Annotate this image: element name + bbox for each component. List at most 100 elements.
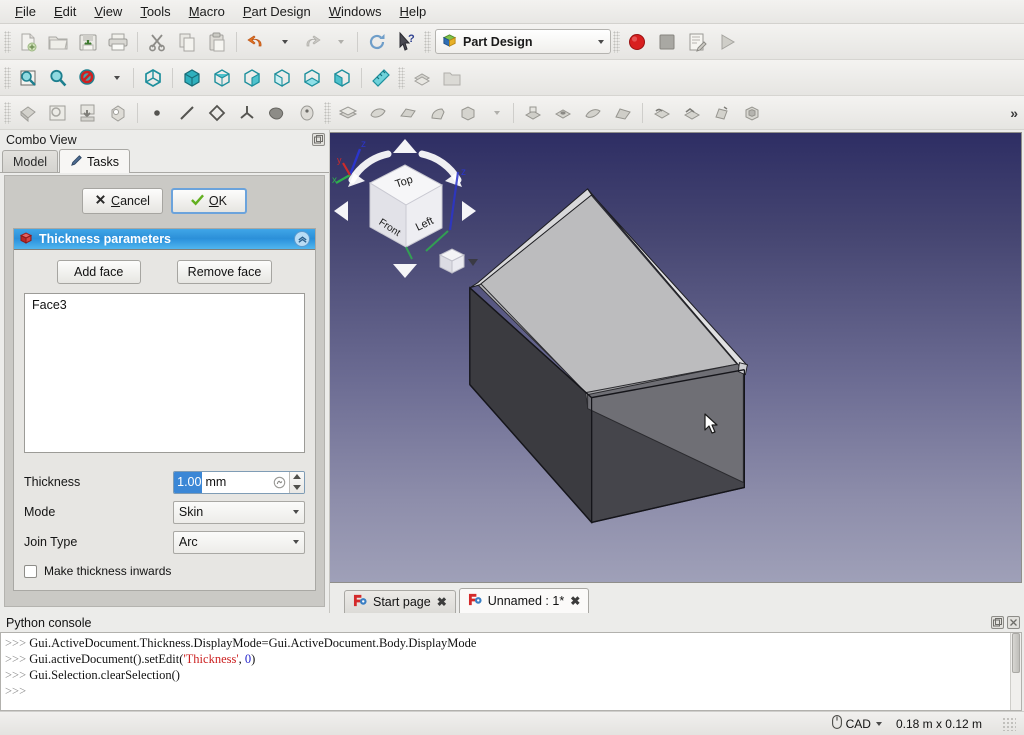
- additive-primitive-dropdown-icon[interactable]: [483, 99, 509, 127]
- macro-edit-icon[interactable]: [682, 27, 712, 57]
- toolbar-grip-2[interactable]: [424, 30, 431, 53]
- toolbar-grip-6[interactable]: [4, 101, 11, 124]
- new-document-icon[interactable]: [13, 27, 43, 57]
- undo-dropdown-icon[interactable]: [271, 28, 297, 56]
- additive-loft-icon[interactable]: [393, 98, 423, 128]
- front-view-icon[interactable]: [177, 63, 207, 93]
- axonometric-view-icon[interactable]: [138, 63, 168, 93]
- tab-model[interactable]: Model: [2, 150, 59, 172]
- paste-icon[interactable]: [202, 27, 232, 57]
- fit-all-icon[interactable]: [13, 63, 43, 93]
- close-icon[interactable]: ✖: [570, 594, 580, 608]
- create-line-icon[interactable]: [172, 98, 202, 128]
- top-view-icon[interactable]: [207, 63, 237, 93]
- map-sketch-icon[interactable]: [103, 98, 133, 128]
- attach-sketch-icon[interactable]: [73, 98, 103, 128]
- menu-item-macro[interactable]: Macro: [180, 1, 234, 22]
- chevron-down-icon[interactable]: [875, 721, 882, 726]
- create-body-icon[interactable]: [13, 98, 43, 128]
- toolbar-grip-5[interactable]: [398, 66, 405, 89]
- navigation-style-selector[interactable]: CAD: [831, 715, 882, 732]
- toolbar-grip[interactable]: [4, 30, 11, 53]
- print-icon[interactable]: [103, 27, 133, 57]
- redo-arrow-icon[interactable]: [297, 27, 327, 57]
- macro-execute-icon[interactable]: [712, 27, 742, 57]
- clone-icon[interactable]: [292, 98, 322, 128]
- workbench-selector[interactable]: Part Design: [435, 29, 611, 54]
- draft-icon[interactable]: [707, 98, 737, 128]
- console-scrollbar[interactable]: [1010, 633, 1021, 710]
- copy-icon[interactable]: [172, 27, 202, 57]
- tab-tasks[interactable]: Tasks: [59, 149, 130, 173]
- menu-item-view[interactable]: View: [85, 1, 131, 22]
- join-type-select[interactable]: Arc: [172, 530, 305, 554]
- menu-item-help[interactable]: Help: [391, 1, 436, 22]
- save-icon[interactable]: [73, 27, 103, 57]
- whats-this-cursor-icon[interactable]: ?: [392, 27, 422, 57]
- add-face-button[interactable]: Add face: [56, 260, 141, 284]
- subtractive-loft-icon[interactable]: [608, 98, 638, 128]
- face-list[interactable]: Face3: [24, 293, 305, 453]
- stepper-down-icon[interactable]: [290, 482, 304, 493]
- rear-view-icon[interactable]: [267, 63, 297, 93]
- make-thickness-inwards-checkbox[interactable]: [24, 564, 37, 578]
- open-folder-icon[interactable]: [43, 27, 73, 57]
- float-window-icon[interactable]: [312, 133, 325, 146]
- fillet-icon[interactable]: [647, 98, 677, 128]
- tab-start-page[interactable]: Start page ✖: [344, 590, 456, 613]
- create-local-cs-icon[interactable]: [232, 98, 262, 128]
- macro-stop-icon[interactable]: [652, 27, 682, 57]
- additive-primitive-icon[interactable]: [453, 98, 483, 128]
- chevron-up-icon[interactable]: [294, 231, 310, 247]
- revolution-icon[interactable]: [363, 98, 393, 128]
- chamfer-icon[interactable]: [677, 98, 707, 128]
- chevron-down-icon[interactable]: [292, 510, 299, 514]
- right-view-icon[interactable]: [237, 63, 267, 93]
- draw-style-icon[interactable]: [73, 63, 103, 93]
- thickness-input[interactable]: 1.00 mm: [173, 470, 305, 494]
- cancel-button[interactable]: Cancel: [82, 188, 163, 214]
- toolbar-grip-4[interactable]: [4, 66, 11, 89]
- menu-item-tools[interactable]: Tools: [131, 1, 179, 22]
- close-icon[interactable]: [1007, 616, 1020, 629]
- groove-icon[interactable]: [578, 98, 608, 128]
- menu-item-edit[interactable]: Edit: [45, 1, 85, 22]
- tab-unnamed-1[interactable]: Unnamed : 1* ✖: [458, 588, 590, 613]
- python-console-output[interactable]: >>> Gui.ActiveDocument.Thickness.Display…: [0, 632, 1022, 711]
- draw-style-dropdown-icon[interactable]: [103, 64, 129, 92]
- thickness-value[interactable]: 1.00: [174, 471, 203, 493]
- mode-select[interactable]: Skin: [172, 500, 305, 524]
- create-plane-icon[interactable]: [202, 98, 232, 128]
- menu-item-windows[interactable]: Windows: [320, 1, 391, 22]
- pad-icon[interactable]: [333, 98, 363, 128]
- window-resize-grip[interactable]: [1002, 716, 1016, 731]
- menu-item-file[interactable]: File: [6, 1, 45, 22]
- thickness-parameters-header[interactable]: Thickness parameters: [14, 229, 315, 250]
- list-item[interactable]: Face3: [30, 297, 299, 313]
- expression-editor-icon[interactable]: [271, 472, 287, 493]
- bottom-view-icon[interactable]: [297, 63, 327, 93]
- cut-scissors-icon[interactable]: [142, 27, 172, 57]
- remove-face-button[interactable]: Remove face: [176, 260, 273, 284]
- make-thickness-inwards-row[interactable]: Make thickness inwards: [24, 564, 305, 578]
- scrollbar-thumb[interactable]: [1012, 633, 1020, 673]
- redo-dropdown-icon[interactable]: [327, 28, 353, 56]
- toolbar-overflow-button[interactable]: »: [1006, 105, 1022, 121]
- folder-icon[interactable]: [437, 63, 467, 93]
- toolbar-grip-3[interactable]: [613, 30, 620, 53]
- workbench-stack-icon[interactable]: [407, 63, 437, 93]
- toolbar-grip-7[interactable]: [324, 101, 331, 124]
- close-icon[interactable]: ✖: [437, 595, 447, 609]
- thickness-icon[interactable]: [737, 98, 767, 128]
- pocket-icon[interactable]: [518, 98, 548, 128]
- refresh-icon[interactable]: [362, 27, 392, 57]
- create-sketch-icon[interactable]: [43, 98, 73, 128]
- create-point-icon[interactable]: [142, 98, 172, 128]
- macro-record-icon[interactable]: [622, 27, 652, 57]
- chevron-down-icon[interactable]: [597, 39, 604, 44]
- left-view-icon[interactable]: [327, 63, 357, 93]
- stepper-up-icon[interactable]: [290, 472, 304, 483]
- measure-icon[interactable]: [366, 63, 396, 93]
- create-shape-binder-icon[interactable]: [262, 98, 292, 128]
- additive-pipe-icon[interactable]: [423, 98, 453, 128]
